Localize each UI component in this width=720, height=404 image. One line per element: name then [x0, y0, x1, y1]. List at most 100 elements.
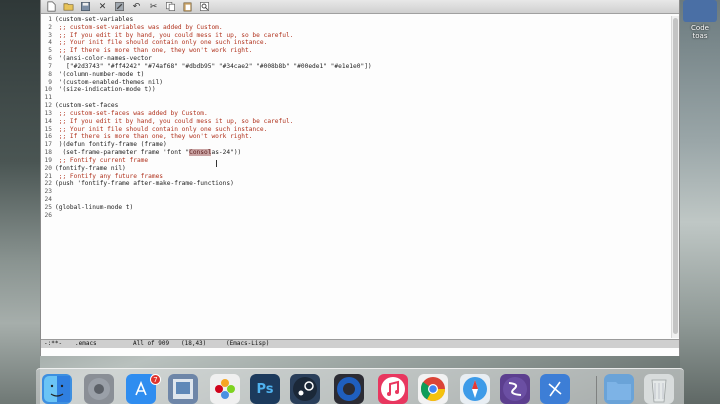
finder-icon[interactable] — [42, 374, 72, 404]
new-file-icon[interactable] — [45, 1, 58, 13]
line-text — [54, 94, 55, 102]
code-line: 16 ;; If there is more than one, they wo… — [41, 133, 671, 141]
line-text: '(ansi-color-names-vector — [55, 55, 152, 63]
code-line: 10 '(size-indication-mode t)) — [41, 86, 671, 94]
minibuffer[interactable] — [41, 348, 679, 356]
code-line: 4 ;; Your init file should contain only … — [41, 39, 671, 47]
paste-icon[interactable] — [181, 1, 194, 13]
app-store-badge: 7 — [150, 374, 161, 385]
line-text-before-selection: (set-frame-parameter frame 'font " — [55, 149, 190, 157]
emacs-window: ✕ ↶ ✂ 1 (custom-set-variables 2 ;; custom-se… — [40, 0, 680, 356]
dock-separator — [596, 376, 597, 404]
line-number: 25 — [44, 203, 52, 211]
code-line: 26 — [41, 212, 671, 220]
toolbar: ✕ ↶ ✂ — [41, 0, 679, 14]
code-line: 23 — [41, 188, 671, 196]
line-text: ;; Your init file should contain only on… — [55, 125, 268, 133]
line-text: ;; custom-set-variables was added by Cus… — [55, 23, 223, 31]
vertical-scrollbar[interactable] — [671, 16, 679, 338]
line-number: 7 — [48, 62, 52, 70]
cut-icon[interactable]: ✂ — [147, 1, 160, 13]
line-text: (fontify-frame nil) — [55, 164, 126, 172]
code-line: 11 — [41, 94, 671, 102]
line-number: 16 — [44, 133, 52, 141]
photoshop-icon[interactable]: Ps — [250, 374, 280, 404]
code-line: 8 '(column-number-mode t) — [41, 71, 671, 79]
line-number: 8 — [48, 70, 52, 78]
line-number: 17 — [44, 141, 52, 149]
line-text: '(size-indication-mode t)) — [55, 86, 156, 94]
code-line: 9 '(custom-enabled-themes nil) — [41, 79, 671, 87]
line-number: 10 — [44, 86, 52, 94]
trash-icon[interactable] — [644, 374, 674, 404]
line-text: '(custom-enabled-themes nil) — [55, 78, 164, 86]
search-icon[interactable] — [198, 1, 211, 13]
text-cursor — [216, 160, 217, 167]
close-icon[interactable]: ✕ — [96, 1, 109, 13]
mode-line: -:**- .emacs All of 909 (18,43) (Emacs-L… — [41, 339, 679, 348]
system-preferences-icon[interactable] — [84, 374, 114, 404]
itunes-icon[interactable] — [378, 374, 408, 404]
safari-icon[interactable] — [460, 374, 490, 404]
code-line: 6 '(ansi-color-names-vector — [41, 55, 671, 63]
code-line: 12 (custom-set-faces — [41, 102, 671, 110]
line-text: ;; If you edit it by hand, you could mes… — [55, 117, 294, 125]
save-as-icon[interactable] — [113, 1, 126, 13]
line-text: ["#2d3743" "#ff4242" "#74af68" "#dbdb95"… — [55, 62, 372, 70]
desktop-background-right — [680, 0, 720, 404]
code-line: 13 ;; custom-set-faces was added by Cust… — [41, 110, 671, 118]
scrollbar-thumb[interactable] — [673, 18, 678, 334]
line-number: 13 — [44, 109, 52, 117]
modeline-major-mode: (Emacs-Lisp) — [226, 340, 270, 347]
modeline-status: -:**- — [44, 340, 63, 347]
quicktime-icon[interactable] — [334, 374, 364, 404]
line-text — [54, 196, 55, 204]
code-line: 2 ;; custom-set-variables was added by C… — [41, 24, 671, 32]
code-line: 18 (set-frame-parameter frame 'font "Con… — [41, 149, 671, 157]
line-number: 12 — [44, 102, 52, 110]
steam-icon[interactable] — [290, 374, 320, 404]
line-number: 4 — [48, 39, 52, 47]
line-number: 11 — [44, 94, 52, 102]
folder-icon[interactable] — [604, 374, 634, 404]
copy-icon[interactable] — [164, 1, 177, 13]
preview-icon[interactable] — [168, 374, 198, 404]
line-text: ;; Your init file should contain only on… — [55, 39, 268, 47]
photoshop-label: Ps — [256, 381, 274, 397]
line-text — [54, 188, 55, 196]
line-text: (set-frame-parameter frame 'font "Consol… — [54, 149, 241, 157]
emacs-icon[interactable] — [500, 374, 530, 404]
line-text: ;; If there is more than one, they won't… — [55, 47, 253, 55]
line-number: 9 — [48, 78, 52, 86]
chrome-icon[interactable] — [418, 374, 448, 404]
code-line: 24 — [41, 196, 671, 204]
code-line: 14 ;; If you edit it by hand, you could … — [41, 118, 671, 126]
desktop-file-icon[interactable] — [683, 0, 717, 22]
code-line: 22 (push 'fontify-frame after-make-frame-… — [41, 180, 671, 188]
line-number: 5 — [48, 47, 52, 55]
line-number: 18 — [44, 149, 52, 157]
photos-icon[interactable] — [210, 374, 240, 404]
line-number: 6 — [48, 55, 52, 63]
code-line: 7 ["#2d3743" "#ff4242" "#74af68" "#dbdb9… — [41, 63, 671, 71]
save-icon[interactable] — [79, 1, 92, 13]
code-line: 21 ;; Fontify any future frames — [41, 173, 671, 181]
line-text: (custom-set-faces — [55, 102, 119, 110]
code-line: 3 ;; If you edit it by hand, you could m… — [41, 32, 671, 40]
line-text: ;; Fontify any future frames — [55, 172, 164, 180]
open-folder-icon[interactable] — [62, 1, 75, 13]
modeline-cursor: (18,43) — [181, 340, 207, 347]
xcode-icon[interactable] — [540, 374, 570, 404]
line-text: (global-linum-mode t) — [55, 203, 134, 211]
code-line: 17 )(defun fontify-frame (frame) — [41, 141, 671, 149]
undo-icon[interactable]: ↶ — [130, 1, 143, 13]
editor-area[interactable]: 1 (custom-set-variables 2 ;; custom-set-va… — [41, 16, 671, 338]
line-text: ;; custom-set-faces was added by Custom. — [55, 109, 208, 117]
line-text — [54, 212, 55, 220]
line-number: 24 — [44, 196, 52, 204]
code-line: 5 ;; If there is more than one, they won… — [41, 47, 671, 55]
line-text: )(defun fontify-frame (frame) — [55, 141, 167, 149]
modeline-buffer-name: .emacs — [75, 340, 97, 347]
desktop-file-label: Code toas — [691, 24, 709, 40]
line-text: (push 'fontify-frame after-make-frame-fu… — [55, 180, 234, 188]
